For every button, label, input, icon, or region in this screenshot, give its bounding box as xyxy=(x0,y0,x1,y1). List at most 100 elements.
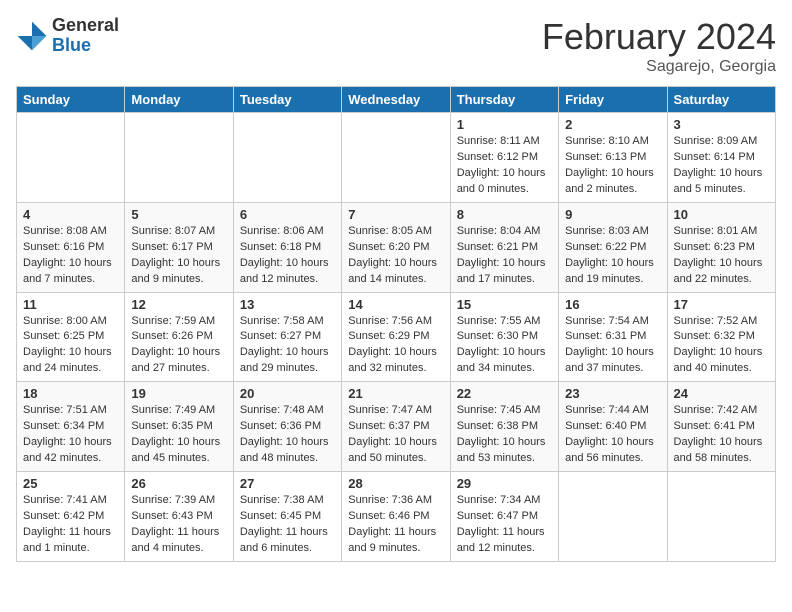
calendar-cell xyxy=(125,113,233,203)
day-number: 19 xyxy=(131,386,226,401)
day-number: 28 xyxy=(348,476,443,491)
calendar-cell: 17 Sunrise: 7:52 AM Sunset: 6:32 PM Dayli… xyxy=(667,292,775,382)
calendar-cell: 4Sunrise: 8:08 AM Sunset: 6:16 PM Daylig… xyxy=(17,202,125,292)
logo-blue: Blue xyxy=(52,36,119,56)
calendar-cell: 16 Sunrise: 7:54 AM Sunset: 6:31 PM Dayli… xyxy=(559,292,667,382)
calendar-cell: 13 Sunrise: 7:58 AM Sunset: 6:27 PM Dayli… xyxy=(233,292,341,382)
calendar-cell: 9 Sunrise: 8:03 AM Sunset: 6:22 PM Daylig… xyxy=(559,202,667,292)
day-info: Sunrise: 7:42 AM Sunset: 6:41 PM Dayligh… xyxy=(674,403,769,467)
title-block: February 2024 Sagarejo, Georgia xyxy=(542,16,776,76)
day-info: Sunrise: 7:47 AM Sunset: 6:37 PM Dayligh… xyxy=(348,403,443,467)
day-number: 18 xyxy=(23,386,118,401)
day-info: Sunrise: 7:49 AM Sunset: 6:35 PM Dayligh… xyxy=(131,403,226,467)
calendar-cell xyxy=(233,113,341,203)
day-number: 7 xyxy=(348,207,443,222)
calendar-week-4: 18 Sunrise: 7:51 AM Sunset: 6:34 PM Dayli… xyxy=(17,382,776,472)
calendar-cell: 22Sunrise: 7:45 AM Sunset: 6:38 PM Dayli… xyxy=(450,382,558,472)
header-cell-friday: Friday xyxy=(559,87,667,113)
day-number: 8 xyxy=(457,207,552,222)
page-header: General Blue February 2024 Sagarejo, Geo… xyxy=(16,16,776,76)
day-number: 17 xyxy=(674,297,769,312)
day-info: Sunrise: 7:54 AM Sunset: 6:31 PM Dayligh… xyxy=(565,314,660,378)
day-number: 23 xyxy=(565,386,660,401)
day-info: Sunrise: 8:01 AM Sunset: 6:23 PM Dayligh… xyxy=(674,224,769,288)
calendar-week-2: 4Sunrise: 8:08 AM Sunset: 6:16 PM Daylig… xyxy=(17,202,776,292)
day-info: Sunrise: 8:05 AM Sunset: 6:20 PM Dayligh… xyxy=(348,224,443,288)
calendar-cell: 27 Sunrise: 7:38 AM Sunset: 6:45 PM Dayli… xyxy=(233,472,341,562)
calendar-cell: 15 Sunrise: 7:55 AM Sunset: 6:30 PM Dayli… xyxy=(450,292,558,382)
day-info: Sunrise: 7:55 AM Sunset: 6:30 PM Dayligh… xyxy=(457,314,552,378)
calendar-cell: 5 Sunrise: 8:07 AM Sunset: 6:17 PM Daylig… xyxy=(125,202,233,292)
calendar-cell: 24Sunrise: 7:42 AM Sunset: 6:41 PM Dayli… xyxy=(667,382,775,472)
day-number: 1 xyxy=(457,117,552,132)
calendar-cell: 8 Sunrise: 8:04 AM Sunset: 6:21 PM Daylig… xyxy=(450,202,558,292)
calendar-cell: 10Sunrise: 8:01 AM Sunset: 6:23 PM Dayli… xyxy=(667,202,775,292)
day-number: 3 xyxy=(674,117,769,132)
calendar-week-1: 1 Sunrise: 8:11 AM Sunset: 6:12 PM Daylig… xyxy=(17,113,776,203)
calendar-cell: 21 Sunrise: 7:47 AM Sunset: 6:37 PM Dayli… xyxy=(342,382,450,472)
day-number: 26 xyxy=(131,476,226,491)
day-number: 27 xyxy=(240,476,335,491)
day-number: 9 xyxy=(565,207,660,222)
calendar-cell: 12Sunrise: 7:59 AM Sunset: 6:26 PM Dayli… xyxy=(125,292,233,382)
day-info: Sunrise: 8:07 AM Sunset: 6:17 PM Dayligh… xyxy=(131,224,226,288)
calendar-cell xyxy=(342,113,450,203)
day-info: Sunrise: 7:45 AM Sunset: 6:38 PM Dayligh… xyxy=(457,403,552,467)
day-info: Sunrise: 8:09 AM Sunset: 6:14 PM Dayligh… xyxy=(674,134,769,198)
calendar-cell xyxy=(667,472,775,562)
day-info: Sunrise: 7:51 AM Sunset: 6:34 PM Dayligh… xyxy=(23,403,118,467)
calendar-cell: 19 Sunrise: 7:49 AM Sunset: 6:35 PM Dayli… xyxy=(125,382,233,472)
header-cell-sunday: Sunday xyxy=(17,87,125,113)
day-number: 5 xyxy=(131,207,226,222)
calendar-cell: 14Sunrise: 7:56 AM Sunset: 6:29 PM Dayli… xyxy=(342,292,450,382)
calendar-cell: 26 Sunrise: 7:39 AM Sunset: 6:43 PM Dayli… xyxy=(125,472,233,562)
day-info: Sunrise: 8:06 AM Sunset: 6:18 PM Dayligh… xyxy=(240,224,335,288)
calendar-body: 1 Sunrise: 8:11 AM Sunset: 6:12 PM Daylig… xyxy=(17,113,776,562)
calendar-cell: 25 Sunrise: 7:41 AM Sunset: 6:42 PM Dayli… xyxy=(17,472,125,562)
day-number: 16 xyxy=(565,297,660,312)
day-info: Sunrise: 7:44 AM Sunset: 6:40 PM Dayligh… xyxy=(565,403,660,467)
header-cell-saturday: Saturday xyxy=(667,87,775,113)
header-cell-tuesday: Tuesday xyxy=(233,87,341,113)
calendar-cell xyxy=(559,472,667,562)
day-info: Sunrise: 8:10 AM Sunset: 6:13 PM Dayligh… xyxy=(565,134,660,198)
calendar-cell: 2 Sunrise: 8:10 AM Sunset: 6:13 PM Daylig… xyxy=(559,113,667,203)
day-number: 25 xyxy=(23,476,118,491)
day-number: 20 xyxy=(240,386,335,401)
day-info: Sunrise: 7:48 AM Sunset: 6:36 PM Dayligh… xyxy=(240,403,335,467)
day-info: Sunrise: 7:38 AM Sunset: 6:45 PM Dayligh… xyxy=(240,493,335,557)
day-info: Sunrise: 7:36 AM Sunset: 6:46 PM Dayligh… xyxy=(348,493,443,557)
day-info: Sunrise: 8:11 AM Sunset: 6:12 PM Dayligh… xyxy=(457,134,552,198)
day-info: Sunrise: 8:04 AM Sunset: 6:21 PM Dayligh… xyxy=(457,224,552,288)
day-number: 14 xyxy=(348,297,443,312)
logo-icon xyxy=(16,20,48,52)
day-number: 2 xyxy=(565,117,660,132)
day-number: 21 xyxy=(348,386,443,401)
day-info: Sunrise: 7:52 AM Sunset: 6:32 PM Dayligh… xyxy=(674,314,769,378)
calendar-cell: 18 Sunrise: 7:51 AM Sunset: 6:34 PM Dayli… xyxy=(17,382,125,472)
month-title: February 2024 xyxy=(542,16,776,58)
day-info: Sunrise: 7:34 AM Sunset: 6:47 PM Dayligh… xyxy=(457,493,552,557)
calendar-cell: 23 Sunrise: 7:44 AM Sunset: 6:40 PM Dayli… xyxy=(559,382,667,472)
calendar-week-5: 25 Sunrise: 7:41 AM Sunset: 6:42 PM Dayli… xyxy=(17,472,776,562)
calendar-header: SundayMondayTuesdayWednesdayThursdayFrid… xyxy=(17,87,776,113)
header-cell-monday: Monday xyxy=(125,87,233,113)
calendar-table: SundayMondayTuesdayWednesdayThursdayFrid… xyxy=(16,86,776,562)
day-info: Sunrise: 7:41 AM Sunset: 6:42 PM Dayligh… xyxy=(23,493,118,557)
calendar-cell: 7 Sunrise: 8:05 AM Sunset: 6:20 PM Daylig… xyxy=(342,202,450,292)
logo-text: General Blue xyxy=(52,16,119,56)
header-row: SundayMondayTuesdayWednesdayThursdayFrid… xyxy=(17,87,776,113)
calendar-cell xyxy=(17,113,125,203)
day-info: Sunrise: 7:39 AM Sunset: 6:43 PM Dayligh… xyxy=(131,493,226,557)
day-info: Sunrise: 7:58 AM Sunset: 6:27 PM Dayligh… xyxy=(240,314,335,378)
day-number: 13 xyxy=(240,297,335,312)
header-cell-thursday: Thursday xyxy=(450,87,558,113)
calendar-cell: 20 Sunrise: 7:48 AM Sunset: 6:36 PM Dayli… xyxy=(233,382,341,472)
day-number: 11 xyxy=(23,297,118,312)
header-cell-wednesday: Wednesday xyxy=(342,87,450,113)
day-number: 15 xyxy=(457,297,552,312)
day-info: Sunrise: 7:59 AM Sunset: 6:26 PM Dayligh… xyxy=(131,314,226,378)
calendar-cell: 29Sunrise: 7:34 AM Sunset: 6:47 PM Dayli… xyxy=(450,472,558,562)
calendar-cell: 3 Sunrise: 8:09 AM Sunset: 6:14 PM Daylig… xyxy=(667,113,775,203)
day-info: Sunrise: 8:03 AM Sunset: 6:22 PM Dayligh… xyxy=(565,224,660,288)
